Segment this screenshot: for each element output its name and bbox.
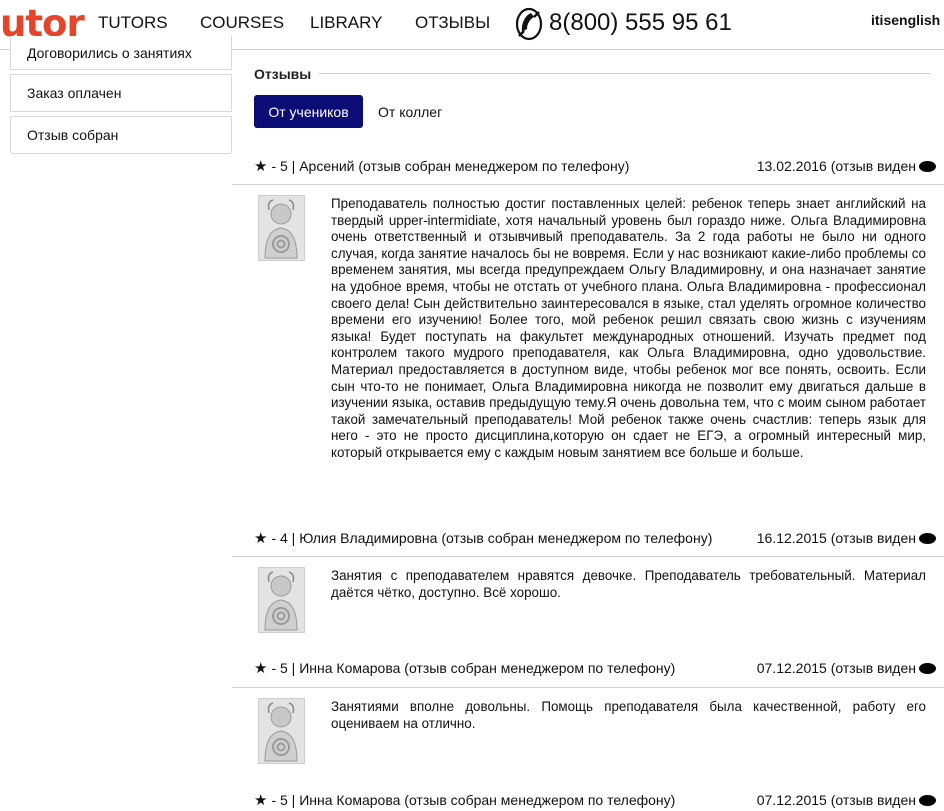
review-divider xyxy=(232,184,944,185)
star-icon: ★ xyxy=(254,791,268,809)
avatar-image xyxy=(264,702,298,762)
eye-icon[interactable] xyxy=(919,794,936,806)
star-icon: ★ xyxy=(254,659,268,677)
sidebar-item-paid[interactable]: Заказ оплачен xyxy=(10,74,232,112)
nav-courses[interactable]: COURSES xyxy=(200,12,284,34)
review-header: ★ - 5 | Арсений (отзыв собран менеджером… xyxy=(254,156,936,176)
eye-icon[interactable] xyxy=(919,160,936,172)
nav-tutors[interactable]: TUTORS xyxy=(98,12,168,34)
nav-reviews[interactable]: ОТЗЫВЫ xyxy=(415,12,490,34)
review-date: 07.12.2015 (отзыв виден xyxy=(756,792,916,808)
review-date: 13.02.2016 (отзыв виден xyxy=(756,158,916,174)
eye-icon[interactable] xyxy=(919,532,936,544)
status-sidebar: Договорились о занятиях Заказ оплачен От… xyxy=(10,36,232,154)
sidebar-item-label: Заказ оплачен xyxy=(27,85,122,101)
section-divider xyxy=(318,73,930,74)
user-account-name[interactable]: itisenglish xyxy=(871,12,940,28)
review-divider xyxy=(232,687,944,688)
review-header: ★ - 5 | Инна Комарова (отзыв собран мене… xyxy=(254,790,936,810)
review-rating-author: - 5 | Инна Комарова (отзыв собран менедж… xyxy=(271,792,676,808)
star-icon: ★ xyxy=(254,157,268,175)
review-rating-author: - 5 | Арсений (отзыв собран менеджером п… xyxy=(271,158,630,174)
avatar-image xyxy=(264,571,298,631)
avatar-image xyxy=(264,199,298,259)
nav-library[interactable]: LIBRARY xyxy=(310,12,382,34)
review-rating-author: - 4 | Юлия Владимировна (отзыв собран ме… xyxy=(271,530,713,546)
avatar-icon xyxy=(258,698,305,764)
review-rating-author: - 5 | Инна Комарова (отзыв собран менедж… xyxy=(271,660,676,676)
star-icon: ★ xyxy=(254,529,268,547)
review-text: Занятиями вполне довольны. Помощь препод… xyxy=(331,699,926,731)
phone-icon xyxy=(515,7,543,41)
review-header: ★ - 4 | Юлия Владимировна (отзыв собран … xyxy=(254,528,936,548)
sidebar-item-label: Договорились о занятиях xyxy=(27,45,192,61)
review-date: 16.12.2015 (отзыв виден xyxy=(756,530,916,546)
phone-number[interactable]: 8(800) 555 95 61 xyxy=(549,8,732,38)
review-date: 07.12.2015 (отзыв виден xyxy=(756,660,916,676)
tab-from-colleagues[interactable]: От коллег xyxy=(378,95,442,128)
tab-from-students[interactable]: От учеников xyxy=(254,95,363,128)
eye-icon[interactable] xyxy=(919,662,936,674)
review-divider xyxy=(232,556,944,557)
sidebar-item-label: Отзыв собран xyxy=(27,127,119,143)
review-header: ★ - 5 | Инна Комарова (отзыв собран мене… xyxy=(254,658,936,678)
section-title: Отзывы xyxy=(254,66,320,82)
review-text: Занятия с преподавателем нравятся девочк… xyxy=(331,568,926,600)
avatar-icon xyxy=(258,195,305,261)
review-text: Преподаватель полностью достиг поставлен… xyxy=(331,196,926,460)
avatar-icon xyxy=(258,567,305,633)
sidebar-item-review-collected[interactable]: Отзыв собран xyxy=(10,116,232,154)
sidebar-item-agreed[interactable]: Договорились о занятиях xyxy=(10,36,232,70)
